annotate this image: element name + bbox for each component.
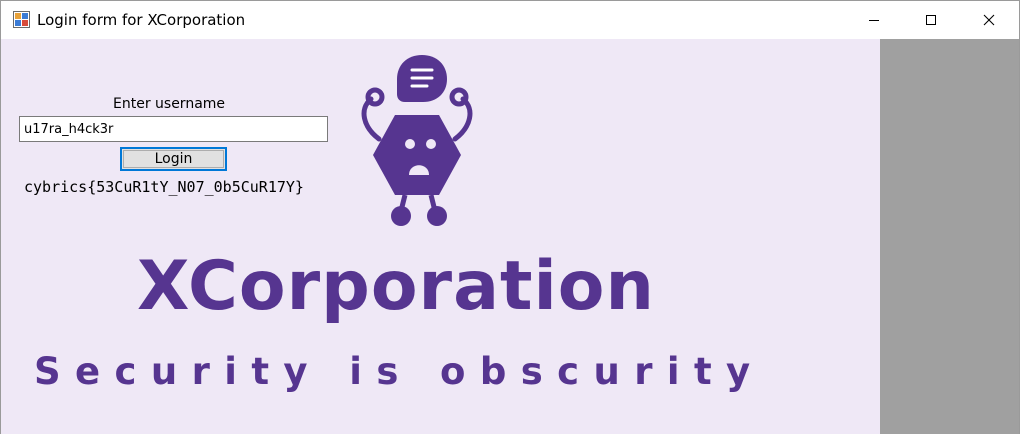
minimize-button[interactable] [845,1,903,39]
maximize-icon [926,15,936,25]
login-button[interactable]: Login [120,147,227,171]
flag-text: cybrics{53CuR1tY_N07_0b5CuR17Y} [24,178,304,196]
username-input[interactable] [19,116,328,142]
maximize-button[interactable] [902,1,960,39]
close-button[interactable] [960,1,1018,39]
app-window: Login form for XCorporation Enter userna… [0,0,1020,434]
robot-icon [361,55,473,226]
client-area: Enter username Login [1,39,1019,434]
username-label: Enter username [113,96,226,112]
login-panel: Enter username Login [1,39,880,434]
window-title: Login form for XCorporation [37,11,246,29]
app-icon [13,11,30,28]
company-tagline: Security is obscurity [34,350,765,393]
close-icon [983,14,995,26]
title-bar[interactable]: Login form for XCorporation [1,1,1019,39]
company-name: XCorporation [137,247,655,326]
minimize-icon [869,20,879,21]
